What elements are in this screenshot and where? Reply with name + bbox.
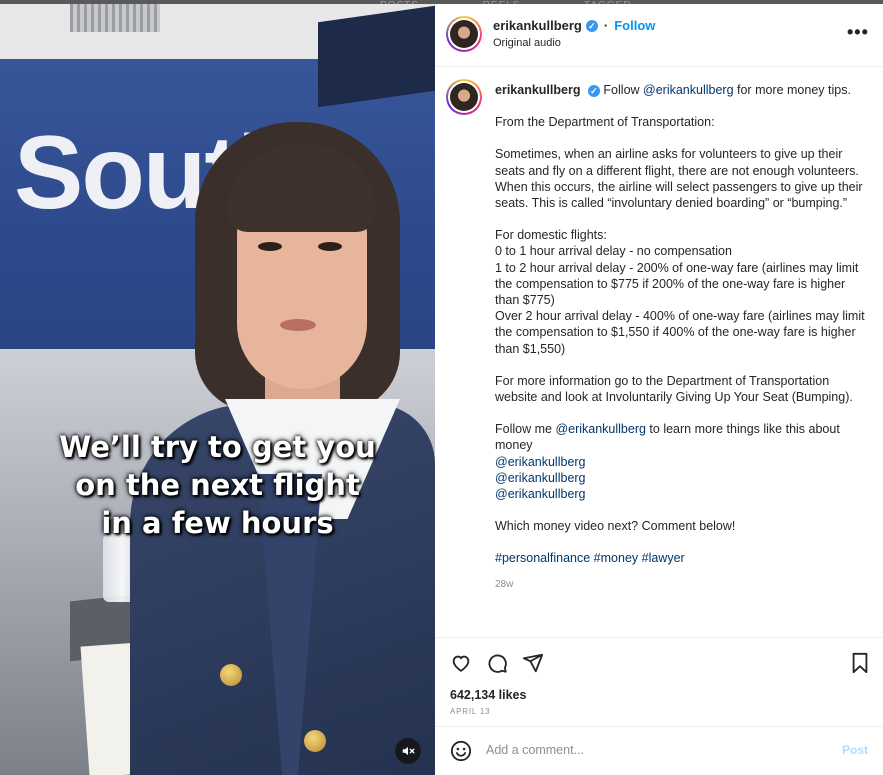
- person-mouth: [280, 319, 316, 331]
- jacket-button: [304, 730, 326, 752]
- hashtags-link[interactable]: #personalfinance #money #lawyer: [495, 550, 867, 566]
- post-caption: erikankullberg ✓ Follow @erikankullberg …: [495, 82, 867, 593]
- caption-question: Which money video next? Comment below!: [495, 519, 736, 534]
- action-bar: 642,134 likes APRIL 13: [435, 637, 883, 726]
- post-caption-area: erikankullberg ✓ Follow @erikankullberg …: [435, 68, 883, 637]
- video-caption: We’ll try to get you on the next flight …: [0, 428, 435, 542]
- audio-link[interactable]: Original audio: [493, 37, 561, 49]
- caption-follow-me: Follow me @erikankullberg to learn more …: [495, 421, 867, 453]
- person-eye-left: [258, 242, 282, 251]
- save-bookmark-icon[interactable]: [850, 652, 870, 674]
- caption-intro-text: Follow: [603, 83, 644, 97]
- emoji-icon[interactable]: [450, 740, 472, 762]
- like-heart-icon[interactable]: [450, 652, 472, 674]
- follow-button[interactable]: Follow: [614, 18, 655, 33]
- ceiling-beam: [318, 5, 435, 108]
- ceiling-vent: [70, 4, 160, 32]
- caption-line: We’ll try to get you: [59, 430, 376, 464]
- caption-line: in a few hours: [101, 506, 334, 540]
- share-paper-plane-icon[interactable]: [522, 652, 544, 674]
- mention-link[interactable]: @erikankullberg: [495, 470, 867, 486]
- post-panel: erikankullberg ✓ · Follow Original audio…: [435, 4, 883, 775]
- post-time-ago[interactable]: 28w: [495, 577, 867, 593]
- avatar[interactable]: [446, 79, 482, 115]
- username-link[interactable]: erikankullberg: [493, 18, 582, 33]
- caption-intro-tail: for more money tips.: [733, 83, 851, 97]
- caption-domestic-flights: For domestic flights: 0 to 1 hour arriva…: [495, 228, 865, 356]
- caption-source: From the Department of Transportation:: [495, 115, 715, 130]
- comment-bar: Post: [435, 726, 883, 775]
- post-date: APRIL 13: [450, 707, 491, 716]
- more-options-button[interactable]: •••: [847, 22, 869, 43]
- caption-username[interactable]: erikankullberg: [495, 83, 580, 97]
- comment-input[interactable]: [486, 740, 806, 760]
- caption-paragraph: Sometimes, when an airline asks for volu…: [495, 147, 863, 211]
- caption-more-info: For more information go to the Departmen…: [495, 373, 853, 405]
- avatar[interactable]: [446, 16, 482, 52]
- person-eye-right: [318, 242, 342, 251]
- post-header: erikankullberg ✓ · Follow Original audio…: [435, 4, 883, 67]
- verified-badge-icon: ✓: [585, 19, 598, 32]
- mute-button[interactable]: [395, 738, 421, 764]
- verified-badge-icon: ✓: [587, 85, 600, 97]
- jacket-button: [220, 664, 242, 686]
- header-user-row: erikankullberg ✓ · Follow: [493, 18, 655, 33]
- post-comment-button[interactable]: Post: [842, 743, 868, 757]
- profile-photo: [450, 20, 478, 48]
- reel-video[interactable]: South We’ll try to get you on the next f…: [0, 4, 435, 775]
- mention-link[interactable]: @erikankullberg: [555, 422, 646, 436]
- dot-separator: ·: [603, 18, 609, 33]
- speaker-muted-icon: [402, 746, 415, 756]
- mention-link[interactable]: @erikankullberg: [643, 83, 734, 97]
- caption-intro: erikankullberg ✓ Follow @erikankullberg …: [495, 82, 867, 98]
- mention-link[interactable]: @erikankullberg: [495, 454, 867, 470]
- comment-bubble-icon[interactable]: [486, 652, 508, 674]
- follow-me-text: Follow me: [495, 422, 556, 437]
- caption-line: on the next flight: [75, 468, 360, 502]
- mention-link[interactable]: @erikankullberg: [495, 486, 867, 502]
- profile-photo: [450, 83, 478, 111]
- likes-count[interactable]: 642,134 likes: [450, 688, 526, 702]
